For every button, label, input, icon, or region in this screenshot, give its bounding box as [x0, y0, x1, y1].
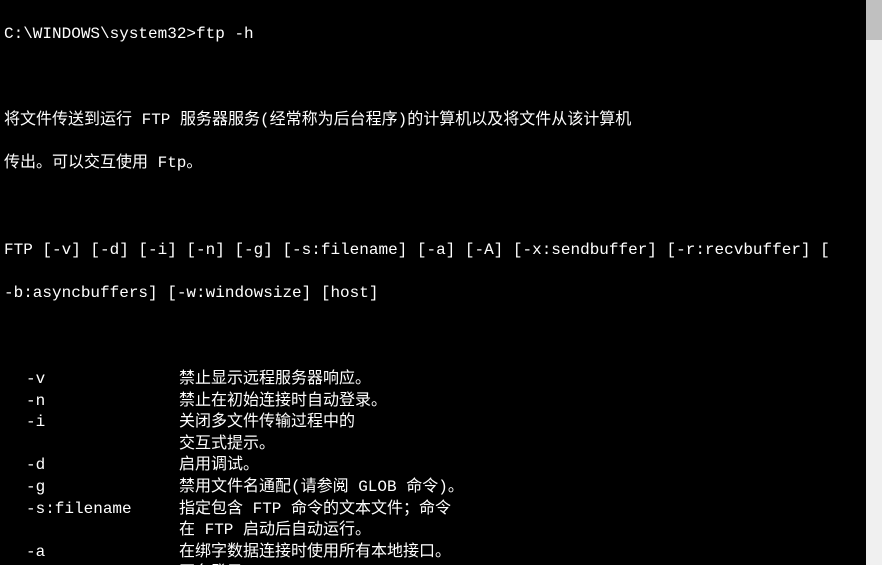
scrollbar-thumb[interactable]	[866, 0, 882, 40]
option-flag: -n	[4, 391, 179, 413]
option-flag	[4, 434, 179, 456]
option-description: 启用调试。	[179, 455, 259, 477]
option-description: 在绑字数据连接时使用所有本地接口。	[179, 542, 451, 564]
vertical-scrollbar[interactable]	[866, 0, 882, 565]
command-prompt: C:\WINDOWS\system32>ftp -h	[4, 24, 862, 46]
option-row: -a在绑字数据连接时使用所有本地接口。	[4, 542, 862, 564]
option-flag: -i	[4, 412, 179, 434]
option-row: -i关闭多文件传输过程中的	[4, 412, 862, 434]
options-list: -v禁止显示远程服务器响应。-n禁止在初始连接时自动登录。-i关闭多文件传输过程…	[4, 369, 862, 565]
option-description: 禁用文件名通配(请参阅 GLOB 命令)。	[179, 477, 464, 499]
option-description: 禁止在初始连接时自动登录。	[179, 391, 387, 413]
option-row: -g禁用文件名通配(请参阅 GLOB 命令)。	[4, 477, 862, 499]
description-text: 将文件传送到运行 FTP 服务器服务(经常称为后台程序)的计算机以及将文件从该计…	[4, 110, 862, 132]
terminal-output: C:\WINDOWS\system32>ftp -h 将文件传送到运行 FTP …	[0, 0, 866, 565]
option-row: -n禁止在初始连接时自动登录。	[4, 391, 862, 413]
option-row: 在 FTP 启动后自动运行。	[4, 520, 862, 542]
option-flag: -a	[4, 542, 179, 564]
option-row: -d启用调试。	[4, 455, 862, 477]
option-description: 指定包含 FTP 命令的文本文件；命令	[179, 499, 451, 521]
option-row: 交互式提示。	[4, 434, 862, 456]
usage-syntax: FTP [-v] [-d] [-i] [-n] [-g] [-s:filenam…	[4, 240, 862, 262]
option-description: 禁止显示远程服务器响应。	[179, 369, 371, 391]
option-description: 交互式提示。	[179, 434, 275, 456]
option-flag: -s:filename	[4, 499, 179, 521]
option-flag: -v	[4, 369, 179, 391]
option-description: 在 FTP 启动后自动运行。	[179, 520, 371, 542]
option-row: -s:filename指定包含 FTP 命令的文本文件；命令	[4, 499, 862, 521]
option-flag: -g	[4, 477, 179, 499]
option-description: 关闭多文件传输过程中的	[179, 412, 355, 434]
option-row: -v禁止显示远程服务器响应。	[4, 369, 862, 391]
usage-syntax: -b:asyncbuffers] [-w:windowsize] [host]	[4, 283, 862, 305]
option-flag: -d	[4, 455, 179, 477]
option-flag	[4, 520, 179, 542]
description-text: 传出。可以交互使用 Ftp。	[4, 153, 862, 175]
